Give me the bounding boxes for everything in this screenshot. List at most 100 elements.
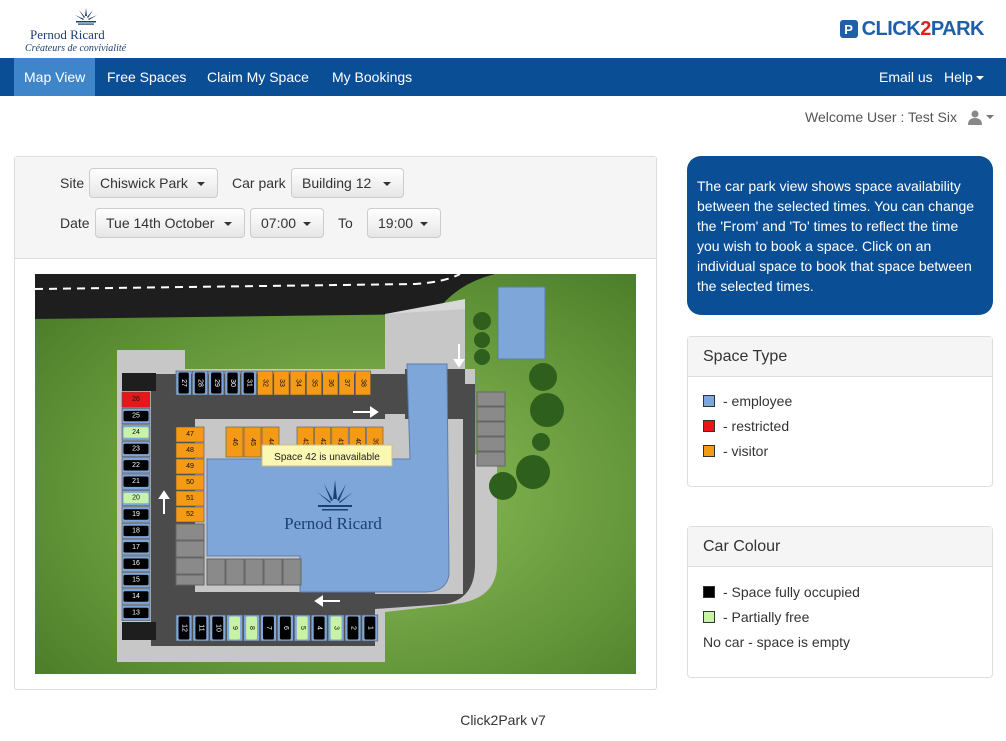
- parking-space-31[interactable]: 31: [240, 370, 257, 396]
- parking-space-23[interactable]: 23: [121, 440, 151, 457]
- occupied-swatch: [703, 586, 715, 598]
- nav-map-view[interactable]: Map View: [14, 58, 96, 96]
- parking-space-46[interactable]: 46: [225, 426, 244, 458]
- chevron-down-icon: [975, 76, 984, 81]
- space-number: 47: [186, 431, 194, 438]
- parking-space-9[interactable]: 9: [226, 614, 243, 642]
- from-time-select[interactable]: 07:00: [250, 208, 324, 238]
- chevron-down-icon: [197, 182, 205, 186]
- nav-help-dropdown[interactable]: Help: [934, 58, 994, 96]
- parking-space-50[interactable]: 50: [175, 474, 205, 491]
- parking-space-52[interactable]: 52: [175, 506, 205, 523]
- click2park-wordmark: CLICK2PARK: [861, 17, 985, 40]
- legend-partial-label: - Partially free: [723, 609, 810, 625]
- parking-space-15[interactable]: 15: [121, 572, 151, 589]
- parking-space-11[interactable]: 11: [192, 614, 210, 642]
- space-tooltip: Space 42 is unavailable: [261, 444, 393, 467]
- parking-space-35[interactable]: 35: [306, 370, 322, 396]
- date-select[interactable]: Tue 14th October: [95, 208, 245, 238]
- parking-space-26[interactable]: 26: [121, 391, 151, 408]
- parking-space-1[interactable]: 1: [361, 614, 379, 642]
- space-number: 18: [132, 527, 140, 534]
- building-label: Pernod Ricard: [284, 514, 382, 533]
- user-menu-toggle[interactable]: [967, 109, 994, 125]
- parking-space-27[interactable]: 27: [175, 370, 192, 396]
- space-number: 5: [299, 626, 306, 630]
- space-number: 26: [132, 396, 140, 403]
- space-number: 28: [196, 379, 203, 387]
- parking-space-16[interactable]: 16: [121, 555, 151, 572]
- nav-email-us[interactable]: Email us: [869, 58, 943, 96]
- to-label: To: [338, 215, 353, 231]
- carpark-select[interactable]: Building 12: [291, 168, 404, 198]
- parking-space-30[interactable]: 30: [224, 370, 241, 396]
- parking-space-12[interactable]: 12: [175, 614, 193, 642]
- company-logo: Pernod Ricard Créateurs de convivialité: [12, 4, 137, 54]
- space-number: 49: [186, 463, 194, 470]
- space-number: 30: [229, 379, 236, 387]
- help-info-box: The car park view shows space availabili…: [687, 156, 993, 315]
- user-icon: [968, 110, 982, 125]
- welcome-area: Welcome User : Test Six: [805, 109, 994, 125]
- parking-space-36[interactable]: 36: [322, 370, 339, 396]
- parking-space-47[interactable]: 47: [175, 426, 205, 443]
- parking-space-48[interactable]: 48: [175, 442, 205, 459]
- parking-space-34[interactable]: 34: [289, 370, 306, 396]
- space-number: 24: [132, 429, 140, 436]
- site-select[interactable]: Chiswick Park: [89, 168, 218, 198]
- space-number: 46: [231, 438, 238, 446]
- carpark-select-value: Building 12: [302, 175, 372, 191]
- nav-help-label: Help: [944, 69, 973, 85]
- company-name: Pernod Ricard: [30, 27, 105, 42]
- parking-space-13[interactable]: 13: [121, 604, 151, 621]
- header: Pernod Ricard Créateurs de convivialité …: [0, 0, 1006, 58]
- parking-space-10[interactable]: 10: [209, 614, 227, 642]
- nav-claim-my-space[interactable]: Claim My Space: [197, 58, 319, 96]
- nav-free-spaces[interactable]: Free Spaces: [97, 58, 196, 96]
- parking-space-5[interactable]: 5: [293, 614, 311, 642]
- space-number: 38: [359, 379, 366, 387]
- parking-space-6[interactable]: 6: [277, 614, 294, 642]
- parking-space-37[interactable]: 37: [338, 370, 355, 396]
- parking-space-20[interactable]: 20: [121, 490, 151, 507]
- sun-logo-icon: [75, 8, 97, 25]
- parking-space-2[interactable]: 2: [344, 614, 362, 642]
- space-number: 27: [180, 379, 187, 387]
- nav-my-bookings[interactable]: My Bookings: [322, 58, 422, 96]
- parking-space-22[interactable]: 22: [121, 457, 151, 474]
- chevron-down-icon: [420, 222, 428, 226]
- parking-space-29[interactable]: 29: [208, 370, 225, 396]
- chevron-down-icon: [383, 182, 391, 186]
- parking-space-14[interactable]: 14: [121, 588, 151, 605]
- parking-space-51[interactable]: 51: [175, 490, 205, 507]
- space-number: 8: [248, 626, 255, 630]
- parking-space-32[interactable]: 32: [257, 370, 274, 396]
- parking-space-19[interactable]: 19: [121, 506, 151, 523]
- parking-space-28[interactable]: 28: [192, 370, 208, 396]
- parking-space-24[interactable]: 24: [121, 424, 151, 441]
- chevron-down-icon: [224, 222, 232, 226]
- parking-space-18[interactable]: 18: [121, 522, 151, 539]
- legend-empty-note: No car - space is empty: [703, 634, 851, 650]
- parking-space-25[interactable]: 25: [121, 408, 151, 425]
- parking-space-33[interactable]: 33: [273, 370, 290, 396]
- site-select-value: Chiswick Park: [100, 175, 188, 191]
- space-number: 1: [366, 626, 373, 630]
- space-number: 51: [186, 495, 194, 502]
- space-number: 22: [132, 462, 140, 469]
- parking-space-3[interactable]: 3: [327, 614, 345, 642]
- parking-space-17[interactable]: 17: [121, 539, 151, 556]
- to-time-select[interactable]: 19:00: [367, 208, 441, 238]
- parking-space-4[interactable]: 4: [310, 614, 328, 642]
- parking-space-21[interactable]: 21: [121, 473, 151, 490]
- welcome-text: Welcome User : Test Six: [805, 109, 957, 125]
- chevron-down-icon: [303, 222, 311, 226]
- space-number: 34: [294, 379, 301, 387]
- parking-space-8[interactable]: 8: [243, 614, 260, 642]
- footer-version: Click2Park v7: [460, 712, 546, 728]
- parking-space-49[interactable]: 49: [175, 458, 205, 475]
- space-number: 35: [311, 379, 318, 387]
- parking-space-45[interactable]: 45: [243, 426, 262, 458]
- parking-space-7[interactable]: 7: [260, 614, 277, 642]
- parking-space-38[interactable]: 38: [354, 370, 371, 396]
